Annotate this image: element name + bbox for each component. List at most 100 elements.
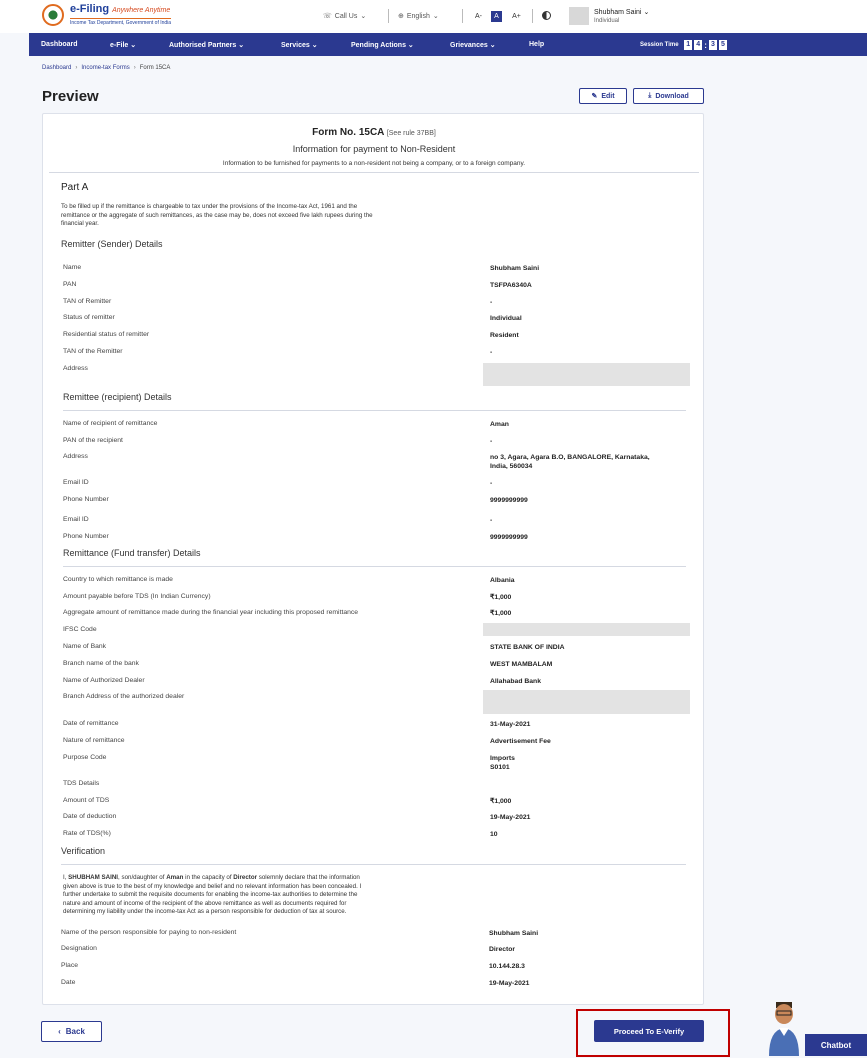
row-label: Designation (61, 945, 97, 952)
form-rule: [See rule 37BB] (386, 130, 436, 137)
declaration-text: , son/daughter of (118, 874, 167, 881)
row-label: Address (63, 453, 88, 460)
divider (63, 410, 686, 411)
avatar[interactable] (569, 7, 589, 25)
chevron-right-icon: › (133, 65, 136, 71)
nav-dashboard[interactable]: Dashboard (41, 41, 78, 48)
row-value: - (490, 480, 493, 487)
call-us-label: Call Us (334, 12, 358, 20)
nav-efile[interactable]: e-File ⌄ (110, 41, 136, 49)
nav-services[interactable]: Services ⌄ (281, 41, 318, 49)
address-line: no 3, Agara, Agara B.O, BANGALORE, Karna… (490, 454, 650, 461)
divider (49, 172, 699, 173)
logo-subtitle: Income Tax Department, Government of Ind… (70, 18, 172, 26)
purpose-line: Imports (490, 755, 515, 762)
edit-label: Edit (601, 92, 615, 100)
row-label: Place (61, 962, 79, 969)
nav-efile-label: e-File (110, 42, 129, 49)
nav-authorised-partners[interactable]: Authorised Partners ⌄ (169, 41, 244, 49)
row-value: ₹1,000 (490, 798, 512, 805)
row-label: IFSC Code (63, 626, 97, 633)
ifsc-value-box (483, 623, 690, 636)
row-value: 9999999999 (490, 497, 528, 504)
edit-button[interactable]: ✎ Edit (579, 88, 627, 104)
download-button[interactable]: ⤓ Download (633, 88, 704, 104)
row-label: Name of Authorized Dealer (63, 677, 145, 684)
nav-pending-actions[interactable]: Pending Actions ⌄ (351, 41, 414, 49)
row-value: ₹1,000 (490, 610, 512, 617)
tds-details-label: TDS Details (63, 780, 100, 787)
language-menu[interactable]: ⊕ English ⌄ (398, 12, 439, 21)
contrast-icon[interactable] (542, 11, 551, 20)
part-a-line: To be filled up if the remittance is cha… (61, 203, 358, 210)
breadcrumb-income-tax-forms[interactable]: Income-tax Forms (81, 65, 129, 71)
font-decrease-button[interactable]: A- (473, 11, 484, 22)
row-label: Email ID (63, 479, 89, 486)
chevron-right-icon: › (75, 65, 78, 71)
row-value: Allahabad Bank (490, 678, 541, 685)
row-label: Status of remitter (63, 314, 115, 321)
verification-declaration: I, SHUBHAM SAINI, son/daughter of Aman i… (63, 874, 361, 917)
remitter-heading: Remitter (Sender) Details (61, 239, 163, 249)
breadcrumb-current: Form 15CA (139, 65, 171, 71)
row-label: Phone Number (63, 496, 109, 503)
phone-icon: ☏ (323, 13, 332, 20)
row-value: 9999999999 (490, 534, 528, 541)
row-label: Amount payable before TDS (In Indian Cur… (63, 593, 211, 600)
breadcrumb-dashboard[interactable]: Dashboard (42, 65, 71, 71)
font-increase-button[interactable]: A+ (511, 11, 522, 22)
chatbot-avatar-icon[interactable] (765, 1000, 803, 1056)
row-value: Advertisement Fee (490, 738, 551, 745)
row-value: TSFPA6340A (490, 282, 532, 289)
efiling-logo[interactable]: e-Filing Anywhere Anytime Income Tax Depa… (42, 4, 172, 26)
top-header: e-Filing Anywhere Anytime Income Tax Depa… (0, 0, 867, 33)
declarant-capacity: Director (233, 874, 258, 881)
part-a-description: To be filled up if the remittance is cha… (61, 203, 373, 229)
chevron-down-icon: ⌄ (311, 42, 318, 49)
row-label: Name (63, 264, 82, 271)
declarant-parent: Aman (166, 874, 184, 881)
call-us-menu[interactable]: ☏ Call Us ⌄ (323, 12, 366, 21)
row-label: PAN of the recipient (63, 437, 123, 444)
row-label: Amount of TDS (63, 797, 110, 804)
row-value: Shubham Saini (489, 930, 539, 937)
part-a-line: remittance or the aggregate of such remi… (61, 211, 373, 219)
remittance-heading: Remittance (Fund transfer) Details (63, 548, 201, 558)
emblem-icon (42, 4, 64, 26)
back-button[interactable]: ‹ Back (41, 1021, 102, 1042)
main-nav: Dashboard e-File ⌄ Authorised Partners ⌄… (29, 33, 867, 56)
row-value: no 3, Agara, Agara B.O, BANGALORE, Karna… (490, 453, 650, 471)
row-label: Branch name of the bank (63, 660, 139, 667)
session-label: Session Time (640, 42, 679, 48)
row-value: - (490, 299, 493, 306)
download-icon: ⤓ (648, 92, 652, 99)
row-label: TAN of Remitter (63, 298, 112, 305)
user-menu[interactable]: Shubham Saini ⌄ (594, 8, 649, 16)
row-label: Date (61, 979, 76, 986)
row-value: Shubham Saini (490, 265, 540, 272)
row-label: Date of deduction (63, 813, 117, 820)
row-value: Director (489, 946, 516, 953)
form-preview-card: Form No. 15CA [See rule 37BB] Informatio… (42, 113, 704, 1005)
logo-tagline: Anywhere Anytime (112, 7, 171, 14)
globe-icon: ⊕ (398, 13, 404, 20)
chatbot-button[interactable]: Chatbot (805, 1034, 867, 1056)
form-subtitle: Information for payment to Non-Resident (292, 144, 456, 154)
row-label: TAN of the Remitter (63, 348, 123, 355)
row-value: Albania (490, 577, 515, 584)
breadcrumb: Dashboard › Income-tax Forms › Form 15CA (42, 65, 170, 71)
session-digit: 3 (708, 40, 717, 50)
row-label: Branch Address of the authorized dealer (63, 693, 185, 700)
declaration-text: in the capacity of (183, 874, 234, 881)
row-value: WEST MAMBALAM (490, 661, 553, 668)
font-normal-button[interactable]: A (491, 11, 502, 22)
row-label: Name of Bank (63, 643, 107, 650)
declaration-line: nature and amount of income of the recip… (63, 899, 347, 907)
proceed-to-everify-button[interactable]: Proceed To E-Verify (594, 1020, 704, 1042)
divider (462, 9, 463, 23)
nav-help[interactable]: Help (529, 41, 544, 48)
nav-grievances[interactable]: Grievances ⌄ (450, 41, 496, 49)
row-label: Phone Number (63, 533, 109, 540)
row-value: - (490, 349, 493, 356)
row-label: Rate of TDS(%) (63, 830, 111, 837)
